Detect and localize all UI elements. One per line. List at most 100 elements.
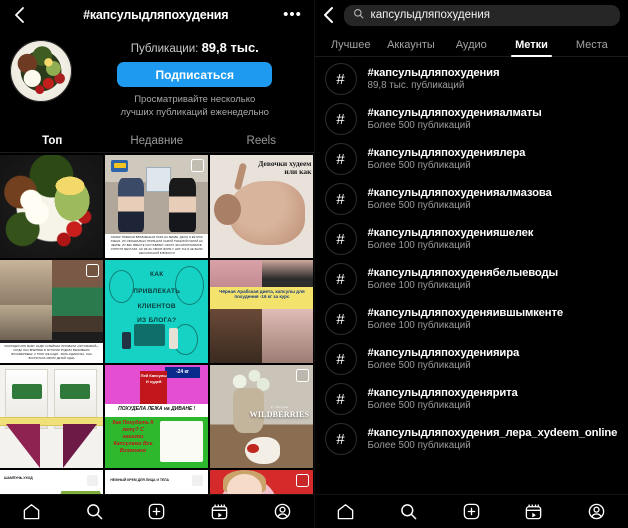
hashtag-hint: Просматривайте несколько лучших публикац… <box>86 94 304 120</box>
hashtag-page-panel: #капсулыдляпохудения ••• Публикации: 89,… <box>0 0 314 528</box>
green-red-text: Пей Капсулы И худей <box>140 373 167 384</box>
dual-screenshot: #капсулыдляпохудения ••• Публикации: 89,… <box>0 0 628 528</box>
cream-title: НЕЖНЫЙ КРЕМ ДЛЯ ЛИЦА И ТЕЛА <box>110 478 169 483</box>
teal-line-3: КЛИЕНТОВ <box>137 303 176 311</box>
post-caption: МНОГОДЕТНУЮ МАМУ НАДЮ СУЛЕЙМАН ПРОЗВАЛИ … <box>0 343 104 363</box>
profile-icon[interactable] <box>265 499 299 525</box>
multi-post-icon <box>86 472 102 488</box>
post-plate-salad[interactable] <box>0 154 104 258</box>
follow-button[interactable]: Подписаться <box>117 62 273 87</box>
search-input[interactable] <box>370 9 611 21</box>
search-field-wrapper[interactable] <box>343 4 620 26</box>
post-heavy-couple[interactable]: САМАЯ ТЯЖЕЛАЯ ВЛЮБЛЕННАЯ ПАРА НА ЗЕМЛЕ, … <box>105 154 209 258</box>
multi-post-icon <box>296 366 312 382</box>
tab-best[interactable]: Лучшее <box>321 39 381 56</box>
hashtag-name: #капсулыдляпохуденияалмазова <box>367 187 552 199</box>
ellipsis-icon[interactable]: ••• <box>282 7 304 22</box>
wb-subtitle: К. Петров <box>270 405 288 410</box>
tab-audio[interactable]: Аудио <box>441 39 501 56</box>
hashtag-count: Более 100 публикаций <box>367 240 471 251</box>
bottom-nav-left <box>0 494 314 528</box>
page-title: #капсулыдляпохудения <box>83 8 229 22</box>
search-results-panel: Лучшее Аккаунты Аудио Метки Места # #кап… <box>313 0 628 528</box>
multi-post-icon <box>296 472 312 488</box>
search-icon[interactable] <box>77 499 111 525</box>
list-item[interactable]: # #капсулыдляпохуденияалмазова Более 500… <box>315 179 628 219</box>
hashtag-name: #капсулыдляпохуденияшелек <box>367 227 534 239</box>
hashtag-results-list: # #капсулыдляпохудения 89,8 тыс. публика… <box>315 57 628 459</box>
hashtag-icon: # <box>324 383 357 415</box>
multi-post-icon <box>86 261 102 277</box>
post-lost-weight-on-couch[interactable]: -24 кг Пей Капсулы И худей ПОХУДЕЛА ЛЕЖА… <box>105 364 209 469</box>
list-item[interactable]: # #капсулыдляпохуденияира Более 500 публ… <box>315 339 628 379</box>
back-icon[interactable] <box>319 5 339 25</box>
hashtag-icon: # <box>324 103 357 135</box>
list-item[interactable]: # #капсулыдляпохудения 89,8 тыс. публика… <box>315 59 628 99</box>
search-bar <box>315 0 628 30</box>
list-item[interactable]: # #капсулыдляпохудениялера Более 500 пуб… <box>315 139 628 179</box>
tab-tags[interactable]: Метки <box>501 39 561 57</box>
teal-line-4: ИЗ БЛОГА? <box>137 316 177 324</box>
profile-icon[interactable] <box>580 499 614 525</box>
post-wildberries-vase[interactable]: К. Петров WILDBERRIES <box>210 364 314 469</box>
search-icon[interactable] <box>392 499 426 525</box>
hashtag-count: Более 500 публикаций <box>367 400 471 411</box>
list-item[interactable]: # #капсулыдляпохуденияшелек Более 100 пу… <box>315 219 628 259</box>
post-collage-mother[interactable]: МНОГОДЕТНУЮ МАМУ НАДЮ СУЛЕЙМАН ПРОЗВАЛИ … <box>0 259 104 363</box>
plus-square-icon[interactable] <box>140 499 174 525</box>
diet-banner-text: Чёрная Арабская диета, капсулы для похуд… <box>219 288 305 300</box>
posts-label: Публикации: <box>130 43 199 55</box>
hashtag-count: Более 500 публикаций <box>367 200 471 211</box>
tab-reels[interactable]: Reels <box>209 135 314 147</box>
post-how-to-attract-clients[interactable]: КАК ПРИВЛЕКАТЬ КЛИЕНТОВ ИЗ БЛОГА? <box>105 259 209 363</box>
post-meme-girls-lose-weight[interactable]: Девочки худеем или как <box>210 154 314 258</box>
hashtag-name: #капсулыдляпохудениялера <box>367 147 526 159</box>
hashtag-icon: # <box>324 183 357 215</box>
hashtag-name: #капсулыдляпохуденябелыеводы <box>367 267 559 279</box>
hashtag-count: Более 500 публикаций <box>367 160 471 171</box>
hashtag-name: #капсулыдляпохудения <box>367 67 500 79</box>
hint-line-1: Просматривайте несколько <box>134 94 256 105</box>
hashtag-avatar[interactable] <box>10 40 72 102</box>
list-item[interactable]: # #капсулыдляпохуденияалматы Более 500 п… <box>315 99 628 139</box>
home-icon[interactable] <box>14 499 48 525</box>
hashtag-icon: # <box>324 343 357 375</box>
post-arabic-packs[interactable] <box>0 364 104 469</box>
hashtag-name: #капсулыдляпохуденяившымкенте <box>367 307 564 319</box>
home-icon[interactable] <box>329 499 363 525</box>
search-tabs: Лучшее Аккаунты Аудио Метки Места <box>314 30 628 57</box>
hashtag-count: Более 500 публикаций <box>367 440 471 451</box>
search-icon <box>353 6 364 24</box>
tab-accounts[interactable]: Аккаунты <box>381 39 441 56</box>
hashtag-profile: Публикации: 89,8 тыс. Подписаться Просма… <box>0 30 314 124</box>
back-icon[interactable] <box>10 5 30 25</box>
hashtag-icon: # <box>324 143 357 175</box>
reels-icon[interactable] <box>202 499 236 525</box>
hashtag-count: Более 500 публикаций <box>367 120 471 131</box>
list-item[interactable]: # #капсулыдляпохуденярита Более 500 публ… <box>315 379 628 419</box>
list-item[interactable]: # #капсулыдляпохуденяившымкенте Более 10… <box>315 299 628 339</box>
hashtag-icon: # <box>324 63 357 95</box>
bottom-nav-right <box>314 494 628 528</box>
multi-post-icon <box>191 156 207 172</box>
teal-line-1: КАК <box>149 271 164 279</box>
list-item[interactable]: # #капсулыдляпохуденябелыеводы Более 100… <box>315 259 628 299</box>
list-item[interactable]: # #капсулыдляпохудения_лера_xydeem_onlin… <box>315 419 628 459</box>
hashtag-icon: # <box>324 423 357 455</box>
green-band-text: ПОХУДЕЛА ЛЕЖА на ДИВАНЕ ! <box>118 406 196 413</box>
tab-recent[interactable]: Недавние <box>105 135 210 147</box>
tab-top[interactable]: Топ <box>0 135 105 147</box>
reels-icon[interactable] <box>517 499 551 525</box>
post-caption: САМАЯ ТЯЖЕЛАЯ ВЛЮБЛЕННАЯ ПАРА НА ЗЕМЛЕ, … <box>105 234 209 258</box>
hashtag-icon: # <box>324 303 357 335</box>
tab-places[interactable]: Места <box>562 39 622 56</box>
meme-text: Девочки худеем или как <box>258 158 312 177</box>
plus-square-icon[interactable] <box>454 499 488 525</box>
post-arab-diet-capsules[interactable]: Чёрная Арабская диета, капсулы для похуд… <box>210 259 314 363</box>
multi-post-icon <box>191 472 207 488</box>
green-left-text: Как Похудеть К лету? С нашими Капсулами … <box>112 419 154 454</box>
green-kg: -24 кг <box>175 368 190 375</box>
hashtag-name: #капсулыдляпохудения_лера_xydeem_online <box>367 427 618 439</box>
wb-title: WILDBERRIES <box>249 410 310 420</box>
hashtag-count: 89,8 тыс. публикаций <box>367 80 465 91</box>
